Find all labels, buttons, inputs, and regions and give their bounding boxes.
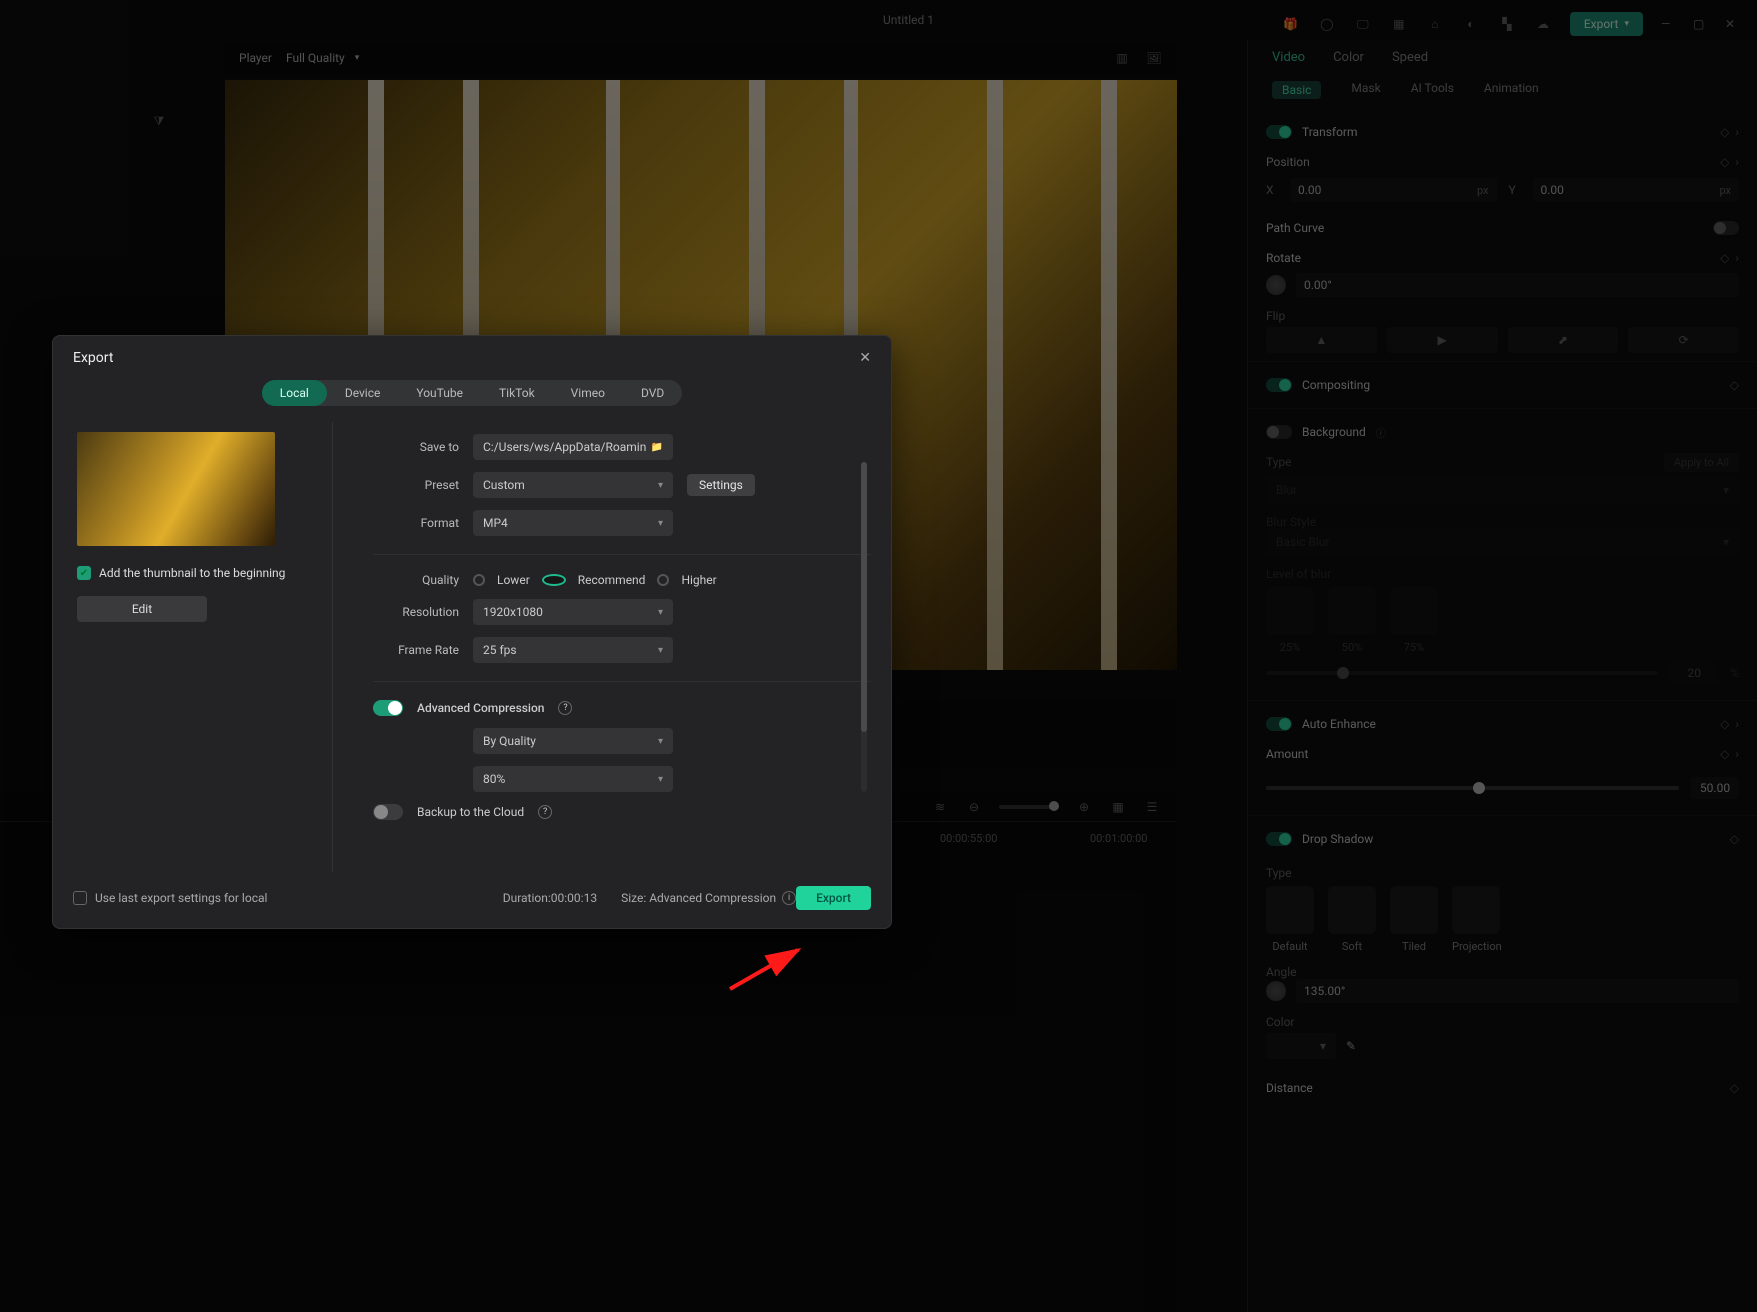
quality-label: Quality [373, 573, 459, 587]
quality-higher-label: Higher [681, 573, 716, 587]
use-last-label: Use last export settings for local [95, 891, 267, 905]
adv-pct-select[interactable]: 80%▾ [473, 766, 673, 792]
quality-recommend-label: Recommend [578, 573, 646, 587]
export-tabs: Local Device YouTube TikTok Vimeo DVD [262, 380, 682, 406]
info-icon[interactable]: ? [558, 701, 572, 715]
export-footer: Use last export settings for local Durat… [53, 872, 891, 914]
save-to-label: Save to [373, 440, 459, 454]
folder-icon[interactable]: 📁 [651, 442, 663, 453]
thumbnail-checkbox-label: Add the thumbnail to the beginning [99, 566, 285, 582]
quality-lower-radio[interactable] [473, 574, 485, 586]
save-to-field[interactable]: C:/Users/ws/AppData/Roamin 📁 [473, 434, 673, 460]
export-scrollbar[interactable] [861, 462, 867, 792]
quality-lower-label: Lower [497, 573, 530, 587]
advanced-compression-label: Advanced Compression [417, 701, 544, 715]
framerate-select[interactable]: 25 fps▾ [473, 637, 673, 663]
export-tab-dvd[interactable]: DVD [623, 386, 682, 400]
export-thumbnail [77, 432, 275, 546]
edit-button[interactable]: Edit [77, 596, 207, 622]
info-icon[interactable]: i [782, 891, 796, 905]
preset-label: Preset [373, 478, 459, 492]
quality-higher-radio[interactable] [657, 574, 669, 586]
duration-label: Duration: [503, 891, 551, 905]
export-left-pane: ✔ Add the thumbnail to the beginning Edi… [73, 422, 333, 872]
thumbnail-checkbox[interactable]: ✔ Add the thumbnail to the beginning [77, 566, 310, 582]
export-tab-device[interactable]: Device [327, 386, 399, 400]
preset-select[interactable]: Custom▾ [473, 472, 673, 498]
size-label: Size: Advanced Compression [621, 891, 776, 905]
export-tab-vimeo[interactable]: Vimeo [553, 386, 623, 400]
format-label: Format [373, 516, 459, 530]
resolution-select[interactable]: 1920x1080▾ [473, 599, 673, 625]
close-icon[interactable]: ✕ [859, 350, 871, 366]
framerate-label: Frame Rate [373, 643, 459, 657]
export-modal: Export ✕ Local Device YouTube TikTok Vim… [52, 335, 892, 929]
quality-recommend-radio[interactable] [542, 574, 566, 586]
export-title: Export [73, 350, 113, 366]
export-right-pane: Save to C:/Users/ws/AppData/Roamin 📁 Pre… [333, 422, 871, 872]
export-tab-youtube[interactable]: YouTube [398, 386, 481, 400]
duration-value: 00:00:13 [551, 891, 597, 905]
backup-cloud-toggle[interactable] [373, 804, 403, 820]
advanced-compression-toggle[interactable] [373, 700, 403, 716]
preset-settings-button[interactable]: Settings [687, 474, 755, 496]
use-last-checkbox[interactable] [73, 891, 87, 905]
format-select[interactable]: MP4▾ [473, 510, 673, 536]
export-confirm-button[interactable]: Export [796, 886, 871, 910]
backup-cloud-label: Backup to the Cloud [417, 805, 524, 819]
quality-radios: Lower Recommend Higher [473, 573, 717, 587]
export-tab-local[interactable]: Local [262, 380, 327, 406]
adv-mode-select[interactable]: By Quality▾ [473, 728, 673, 754]
info-icon[interactable]: ? [538, 805, 552, 819]
resolution-label: Resolution [373, 605, 459, 619]
export-tab-tiktok[interactable]: TikTok [481, 386, 553, 400]
